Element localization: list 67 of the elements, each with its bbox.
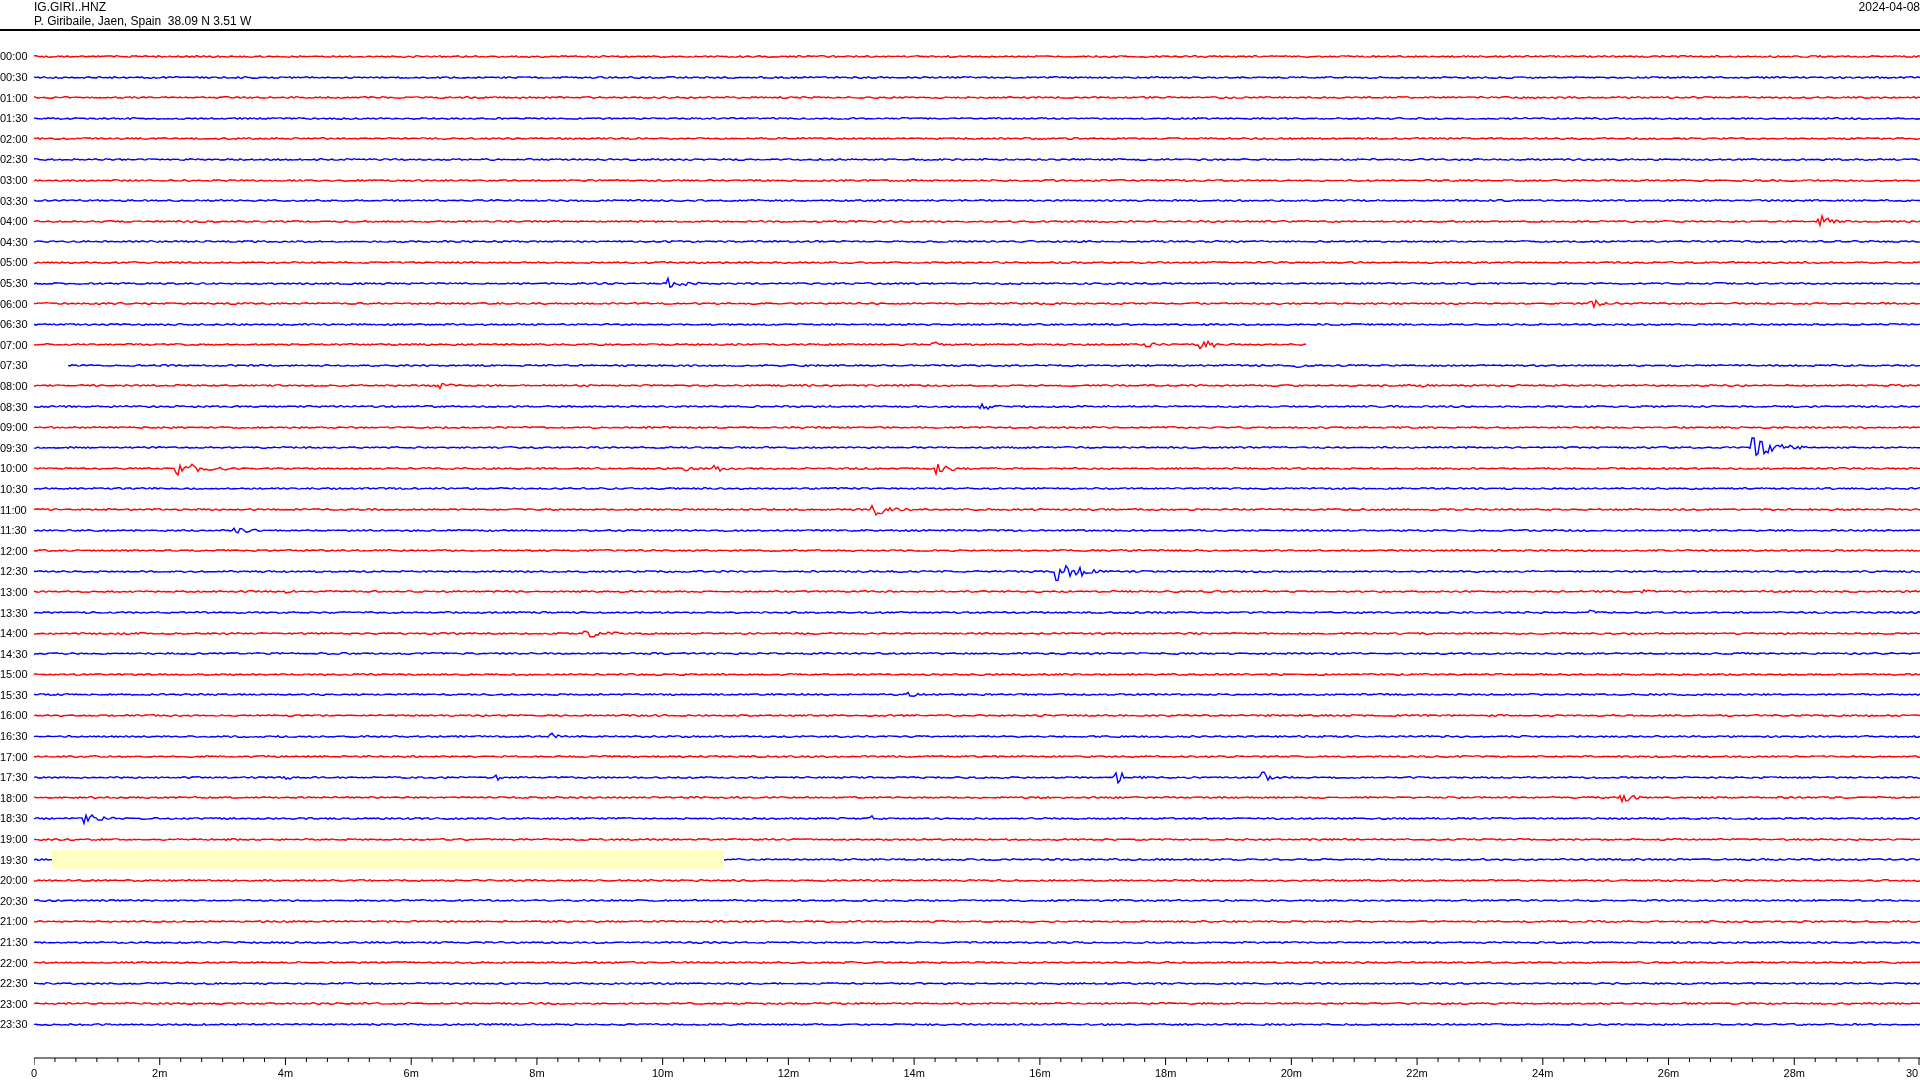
time-label: 11:00 xyxy=(0,503,28,516)
time-label: 22:30 xyxy=(0,977,29,990)
axis-tick-label: 22m xyxy=(1406,1066,1428,1079)
time-label: 20:00 xyxy=(0,874,29,887)
time-label: 08:30 xyxy=(0,400,29,413)
time-label: 07:30 xyxy=(0,359,29,372)
time-label: 15:00 xyxy=(0,668,29,681)
time-label: 04:30 xyxy=(0,235,29,248)
time-label: 04:00 xyxy=(0,215,29,228)
station-code: IG.GIRI..HNZ xyxy=(34,0,107,14)
time-label: 12:30 xyxy=(0,565,29,578)
time-label: 11:30 xyxy=(0,524,28,537)
time-label: 02:00 xyxy=(0,132,29,145)
time-label: 08:00 xyxy=(0,379,29,392)
axis-tick-label: 0 xyxy=(30,1066,38,1079)
time-label: 09:30 xyxy=(0,441,29,454)
time-label: 10:30 xyxy=(0,482,29,495)
time-label: 17:30 xyxy=(0,771,29,784)
time-label: 01:30 xyxy=(0,112,29,125)
time-label: 05:00 xyxy=(0,256,29,269)
time-label: 23:00 xyxy=(0,997,29,1010)
time-label: 15:30 xyxy=(0,688,29,701)
time-label: 12:00 xyxy=(0,544,29,557)
time-label: 07:00 xyxy=(0,338,29,351)
time-label: 10:00 xyxy=(0,462,29,475)
time-label: 00:00 xyxy=(0,50,29,63)
axis-tick-label: 2m xyxy=(152,1066,168,1079)
time-label: 19:00 xyxy=(0,833,29,846)
axis-tick-label: 30 xyxy=(1906,1066,1919,1079)
time-label: 18:00 xyxy=(0,791,29,804)
time-label: 06:00 xyxy=(0,297,29,310)
time-label: 21:00 xyxy=(0,915,29,928)
time-label: 13:30 xyxy=(0,606,29,619)
axis-tick-label: 28m xyxy=(1783,1066,1805,1079)
axis-tick-label: 16m xyxy=(1029,1066,1051,1079)
axis-tick-label: 24m xyxy=(1532,1066,1554,1079)
axis-tick-label: 20m xyxy=(1280,1066,1303,1079)
time-label: 16:30 xyxy=(0,730,29,743)
time-label: 17:00 xyxy=(0,750,29,763)
time-label: 05:30 xyxy=(0,277,29,289)
time-label: 03:30 xyxy=(0,194,29,207)
time-label: 01:00 xyxy=(0,91,29,104)
axis-tick-label: 18m xyxy=(1154,1066,1177,1079)
time-label: 14:00 xyxy=(0,627,29,640)
time-label: 09:00 xyxy=(0,421,29,434)
time-label: 19:30 xyxy=(0,853,29,866)
time-label: 00:30 xyxy=(0,71,29,84)
time-label: 18:30 xyxy=(0,812,29,825)
time-label: 02:30 xyxy=(0,153,29,166)
axis-tick-label: 8m xyxy=(529,1066,545,1079)
time-label: 14:30 xyxy=(0,647,29,660)
time-label: 23:30 xyxy=(0,1018,29,1031)
time-label: 13:00 xyxy=(0,585,29,598)
axis-tick-label: 26m xyxy=(1657,1066,1680,1079)
station-location: P. Giribaile, Jaen, Spain 38.09 N 3.51 W xyxy=(34,14,252,28)
date-label: 2024-04-08 xyxy=(1858,0,1920,16)
time-label: 21:30 xyxy=(0,936,29,948)
time-label: 16:00 xyxy=(0,709,29,722)
axis-tick-label: 10m xyxy=(651,1066,674,1079)
axis-tick-label: 6m xyxy=(403,1066,419,1079)
time-label: 20:30 xyxy=(0,894,29,907)
axis-tick-label: 14m xyxy=(903,1066,925,1079)
axis-tick-label: 4m xyxy=(277,1066,294,1079)
time-label: 03:00 xyxy=(0,174,29,187)
axis-tick-label: 12m xyxy=(777,1066,800,1079)
time-label: 06:30 xyxy=(0,318,29,331)
time-label: 22:00 xyxy=(0,956,29,969)
